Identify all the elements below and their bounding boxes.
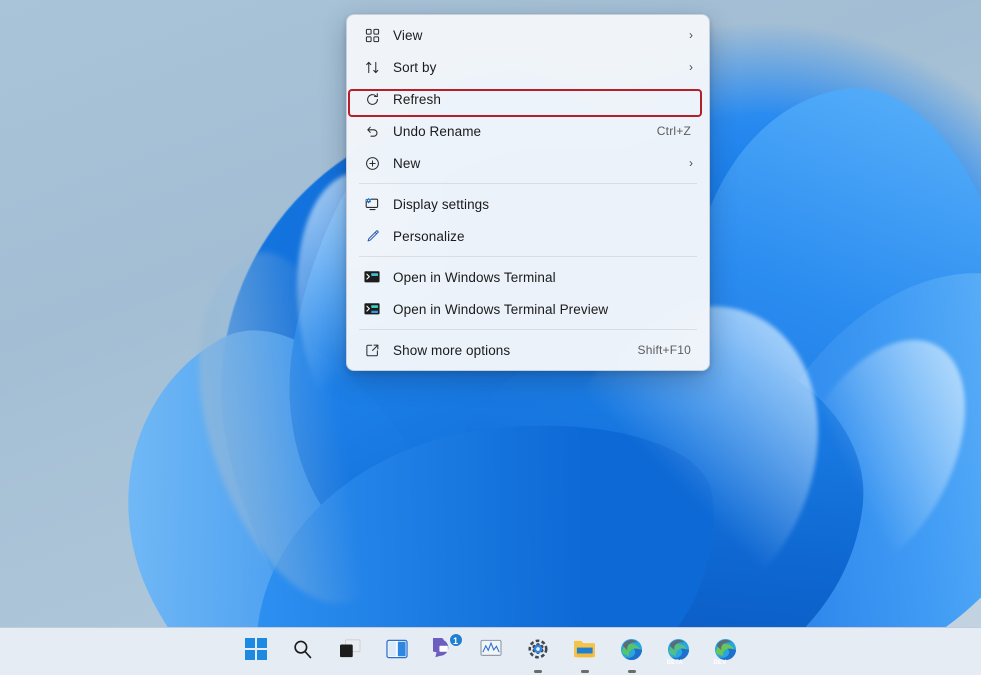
edge-beta-tag: BETA — [667, 660, 684, 666]
more-options-icon — [361, 340, 383, 360]
menu-item-show-more-options[interactable]: Show more options Shift+F10 — [351, 334, 705, 366]
chevron-right-icon: › — [689, 60, 697, 74]
menu-item-refresh[interactable]: Refresh — [351, 83, 705, 115]
task-view-icon — [339, 639, 361, 664]
gear-icon — [527, 638, 549, 665]
menu-item-label: Personalize — [393, 229, 697, 244]
widgets-icon — [386, 639, 408, 664]
running-indicator — [534, 670, 542, 673]
chat-badge: 1 — [449, 633, 463, 647]
menu-item-label: Open in Windows Terminal — [393, 270, 697, 285]
menu-item-shortcut: Ctrl+Z — [657, 124, 697, 138]
taskbar-item-edge[interactable] — [616, 636, 648, 668]
edge-dev-tag: DEV — [714, 660, 727, 666]
menu-item-shortcut: Shift+F10 — [638, 343, 698, 357]
menu-item-sort-by[interactable]: Sort by › — [351, 51, 705, 83]
menu-item-view[interactable]: View › — [351, 19, 705, 51]
menu-item-undo-rename[interactable]: Undo Rename Ctrl+Z — [351, 115, 705, 147]
brush-icon — [361, 226, 383, 246]
menu-item-label: Show more options — [393, 343, 638, 358]
menu-item-label: New — [393, 156, 689, 171]
taskbar-item-task-view[interactable] — [334, 636, 366, 668]
taskbar-item-edge-beta[interactable]: BETA — [663, 636, 695, 668]
menu-item-label: View — [393, 28, 689, 43]
taskbar-item-task-manager[interactable] — [475, 636, 507, 668]
plus-circle-icon — [361, 153, 383, 173]
desktop-context-menu: View › Sort by › Refresh — [346, 14, 710, 371]
chevron-right-icon: › — [689, 28, 697, 42]
menu-item-display-settings[interactable]: Display settings — [351, 188, 705, 220]
monitor-icon — [361, 194, 383, 214]
grid-icon — [361, 25, 383, 45]
taskbar-item-edge-dev[interactable]: DEV — [710, 636, 742, 668]
menu-item-label: Refresh — [393, 92, 697, 107]
sort-icon — [361, 57, 383, 77]
menu-item-label: Undo Rename — [393, 124, 657, 139]
folder-icon — [573, 639, 596, 664]
menu-item-new[interactable]: New › — [351, 147, 705, 179]
terminal-preview-icon — [361, 299, 383, 319]
performance-chart-icon — [480, 639, 502, 664]
taskbar-icon-group: 1 — [240, 636, 742, 668]
search-icon — [292, 639, 313, 665]
windows-logo-icon — [245, 638, 267, 665]
running-indicator — [581, 670, 589, 673]
menu-item-open-terminal[interactable]: Open in Windows Terminal — [351, 261, 705, 293]
taskbar-item-search[interactable] — [287, 636, 319, 668]
menu-item-personalize[interactable]: Personalize — [351, 220, 705, 252]
running-indicator — [628, 670, 636, 673]
menu-separator-2 — [359, 256, 697, 257]
edge-icon — [620, 638, 643, 666]
menu-item-label: Open in Windows Terminal Preview — [393, 302, 697, 317]
taskbar-item-file-explorer[interactable] — [569, 636, 601, 668]
taskbar-item-settings[interactable] — [522, 636, 554, 668]
menu-item-label: Sort by — [393, 60, 689, 75]
menu-item-label: Display settings — [393, 197, 697, 212]
refresh-icon — [361, 89, 383, 109]
taskbar-item-widgets[interactable] — [381, 636, 413, 668]
chevron-right-icon: › — [689, 156, 697, 170]
undo-icon — [361, 121, 383, 141]
menu-separator-1 — [359, 183, 697, 184]
windows-taskbar: 1 — [0, 627, 981, 675]
taskbar-item-start[interactable] — [240, 636, 272, 668]
menu-separator-3 — [359, 329, 697, 330]
menu-item-open-terminal-preview[interactable]: Open in Windows Terminal Preview — [351, 293, 705, 325]
terminal-icon — [361, 267, 383, 287]
taskbar-item-chat[interactable]: 1 — [428, 636, 460, 668]
